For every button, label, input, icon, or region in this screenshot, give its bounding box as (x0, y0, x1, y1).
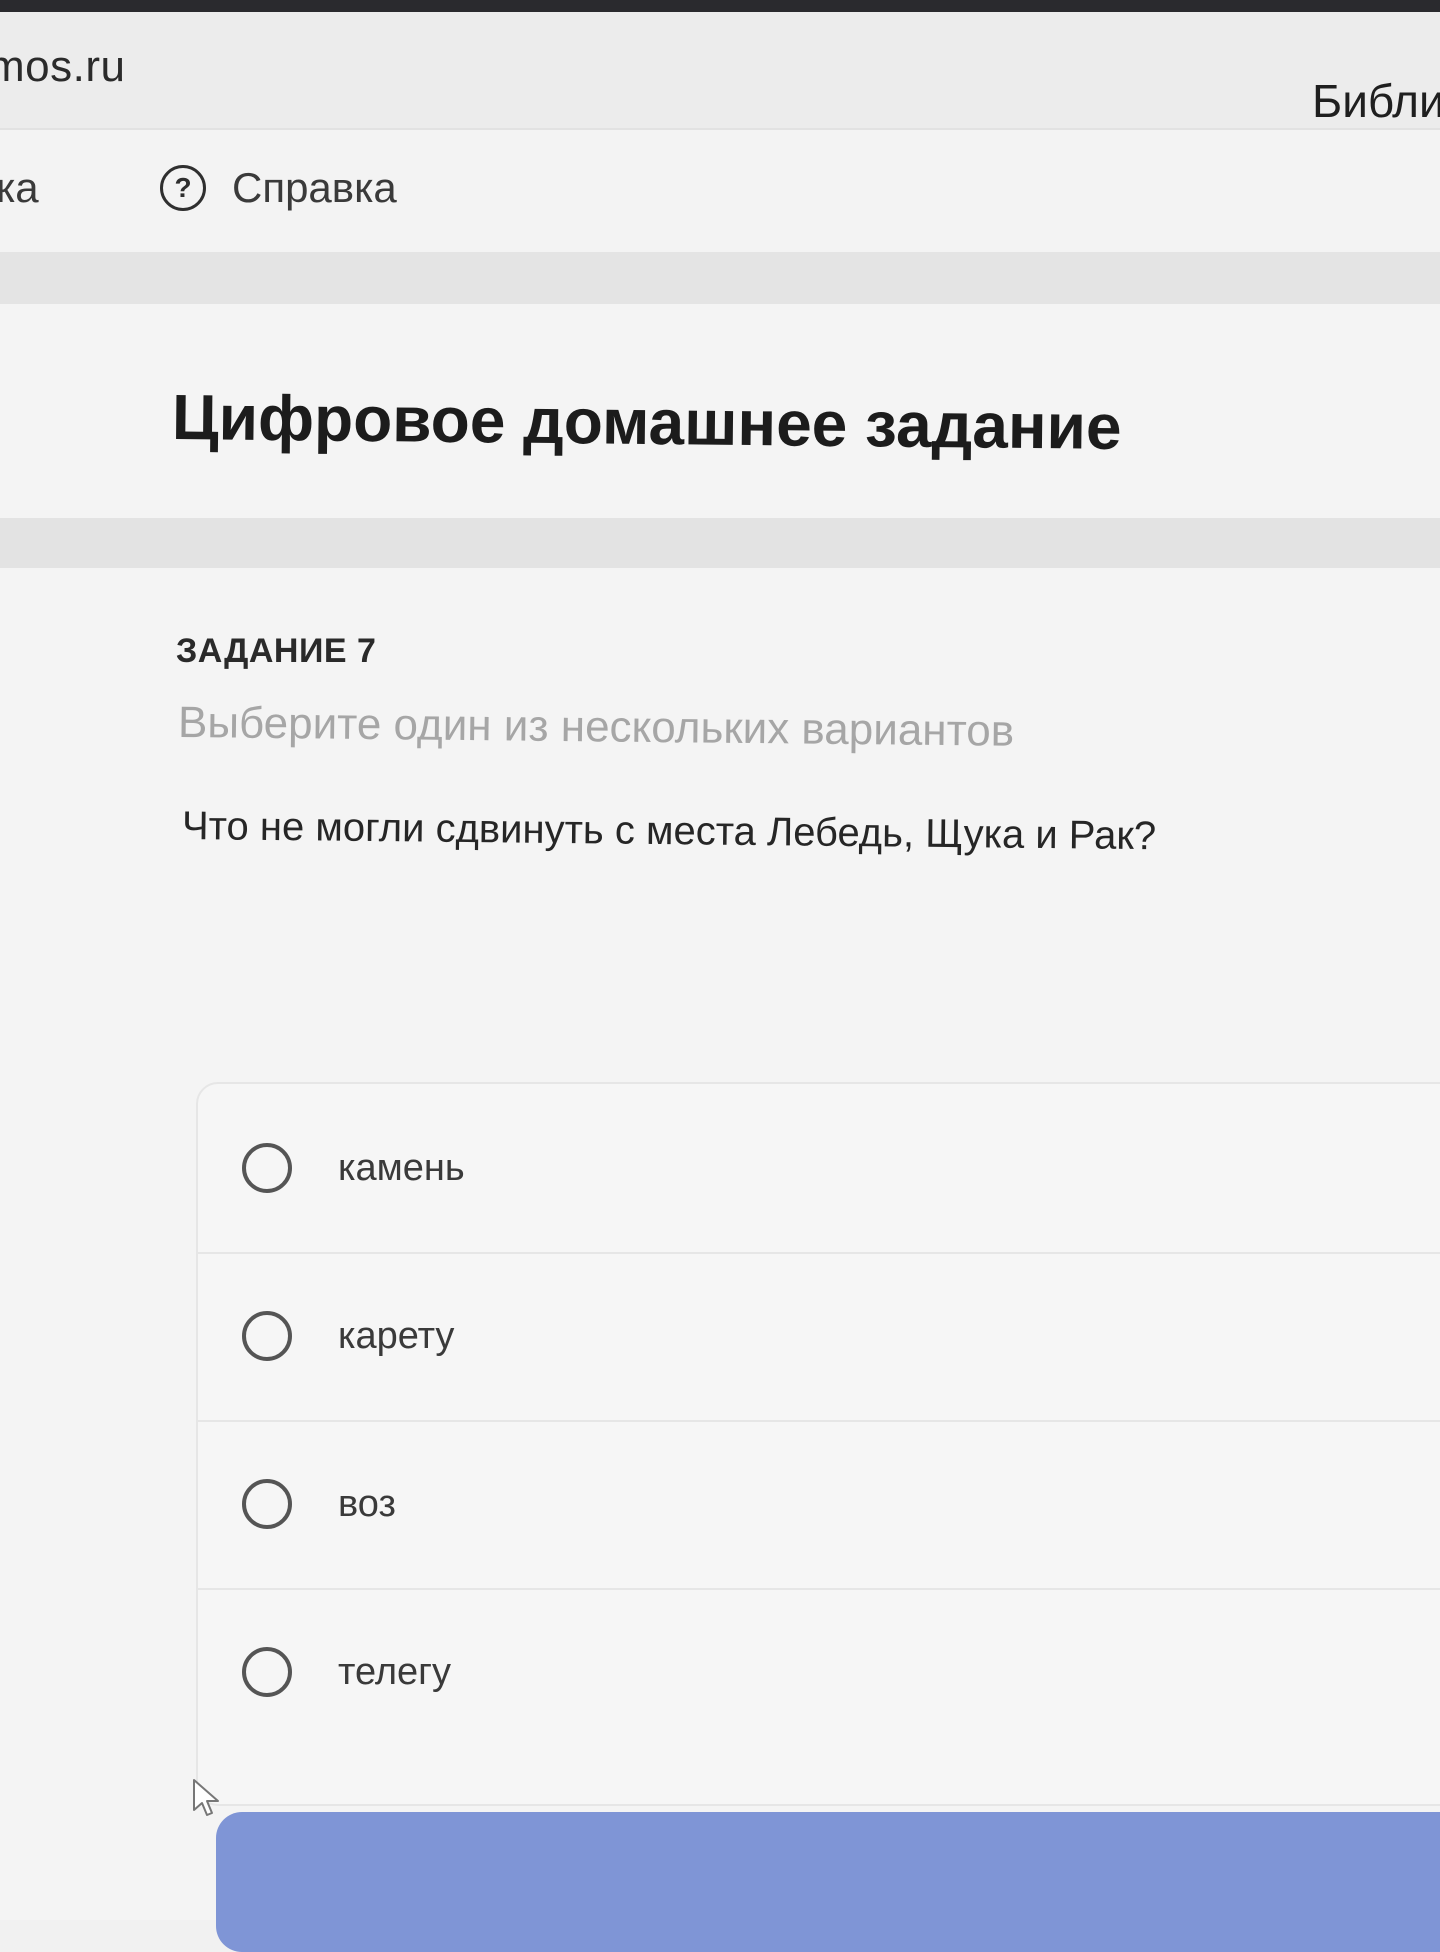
site-logo[interactable]: mos.ru (0, 42, 125, 92)
answer-options: камень карету воз телегу (196, 1082, 1440, 1806)
answer-option[interactable]: воз (198, 1420, 1440, 1590)
answer-option-label: камень (338, 1146, 465, 1189)
site-header: mos.ru Библи (0, 12, 1440, 128)
radio-circle-icon[interactable] (242, 1311, 292, 1361)
answer-option[interactable]: камень (198, 1084, 1440, 1254)
answer-option[interactable]: карету (198, 1252, 1440, 1422)
task-number: ЗАДАНИЕ 7 (176, 632, 377, 670)
radio-circle-icon[interactable] (242, 1143, 292, 1193)
submit-button[interactable] (216, 1812, 1440, 1952)
mouse-pointer-icon (193, 1779, 219, 1816)
section-divider (0, 252, 1440, 304)
screen-bezel (0, 0, 1440, 12)
header-link-library[interactable]: Библи (1312, 74, 1440, 128)
task-hint: Выберите один из нескольких вариантов (177, 698, 1015, 756)
radio-circle-icon[interactable] (242, 1647, 292, 1697)
nav-bar: ка ? Справка (0, 128, 1440, 254)
answer-option[interactable]: телегу (198, 1588, 1440, 1756)
question-circle-icon: ? (160, 165, 206, 211)
nav-item-help[interactable]: ? Справка (160, 164, 397, 212)
page-title: Цифровое домашнее задание (171, 381, 1122, 463)
answer-option-label: карету (338, 1314, 455, 1357)
nav-item-partial[interactable]: ка (0, 164, 39, 212)
answer-option-label: телегу (338, 1650, 452, 1693)
answer-option-label: воз (338, 1482, 396, 1525)
radio-circle-icon[interactable] (242, 1479, 292, 1529)
nav-item-help-label: Справка (232, 164, 397, 211)
section-divider (0, 518, 1440, 568)
